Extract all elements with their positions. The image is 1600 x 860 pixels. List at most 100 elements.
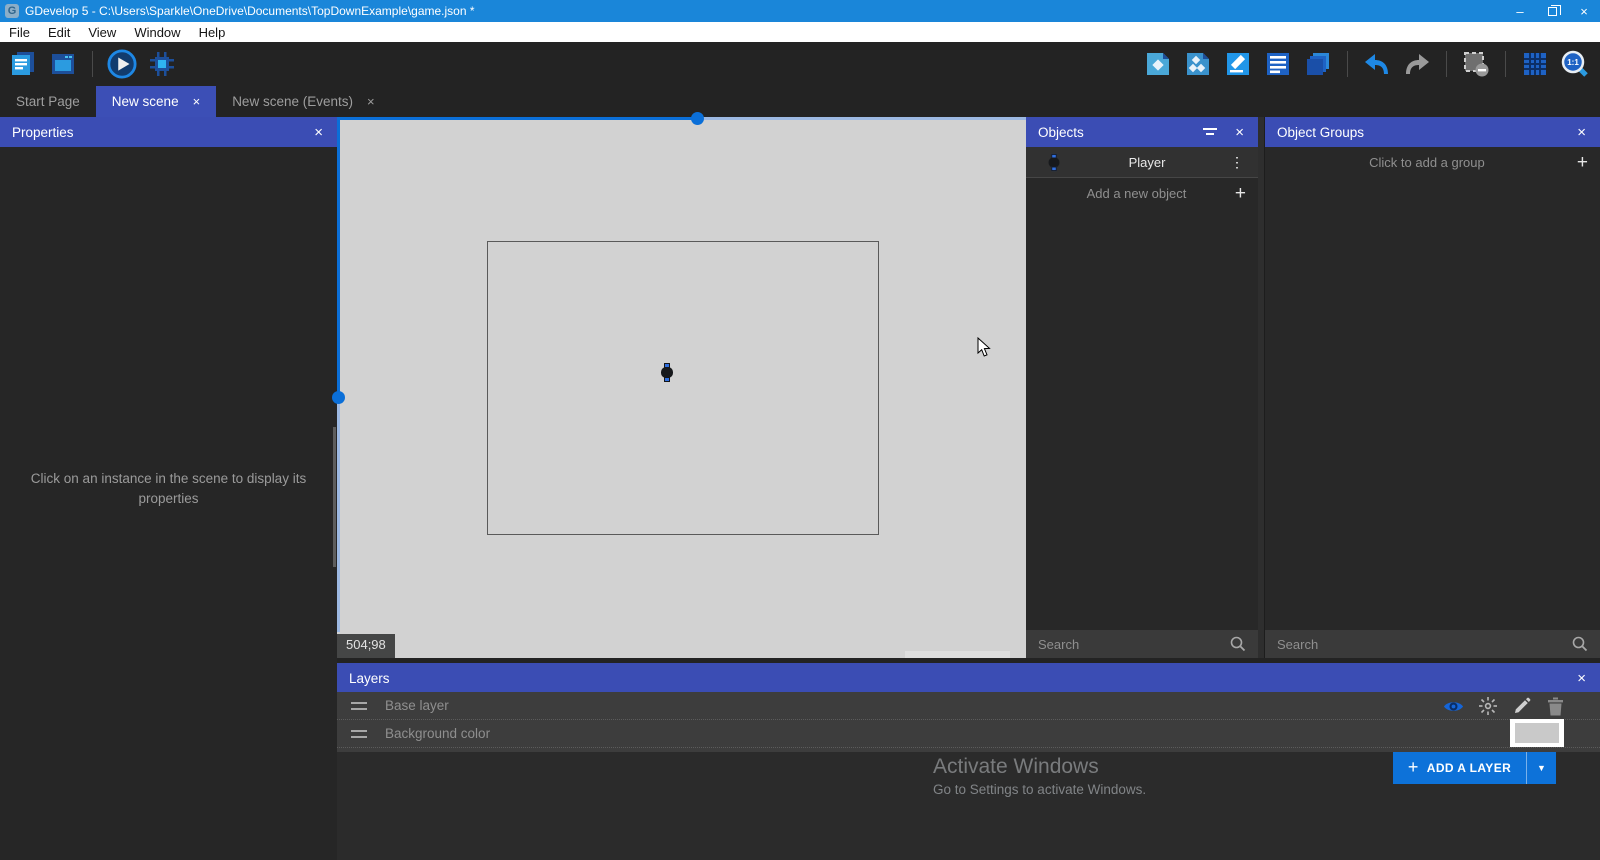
search-icon — [1230, 636, 1246, 652]
close-button[interactable]: × — [1568, 0, 1600, 22]
gdevelop-window: G GDevelop 5 - C:\Users\Sparkle\OneDrive… — [0, 0, 1600, 860]
objects-panel: Objects × Player ⋮ Add a new object + — [1026, 117, 1258, 658]
canvas-hscrollbar-track — [337, 117, 697, 120]
close-icon[interactable]: × — [1233, 124, 1246, 141]
player-thumbnail-icon — [1049, 153, 1060, 170]
mouse-cursor-icon — [977, 337, 993, 364]
window-title: GDevelop 5 - C:\Users\Sparkle\OneDrive\D… — [25, 4, 1504, 18]
add-group-label: Click to add a group — [1277, 155, 1577, 170]
project-manager-icon[interactable] — [8, 49, 38, 79]
canvas-hscrollbar-handle[interactable] — [691, 112, 704, 125]
play-icon[interactable] — [107, 49, 137, 79]
groups-search-input[interactable] — [1277, 637, 1572, 652]
properties-scrollbar[interactable] — [333, 427, 336, 567]
drag-handle-icon[interactable] — [351, 730, 367, 738]
toolbar-separator — [1347, 51, 1348, 77]
filter-icon[interactable] — [1203, 125, 1217, 140]
close-icon[interactable]: × — [1575, 670, 1588, 687]
object-groups-panel-title: Object Groups — [1277, 125, 1575, 140]
add-a-layer-label: ADD A LAYER — [1427, 761, 1511, 775]
panel-divider[interactable] — [1258, 117, 1265, 658]
canvas-hscrollbar-track — [697, 117, 1026, 120]
menu-file[interactable]: File — [0, 22, 39, 42]
menu-view[interactable]: View — [79, 22, 125, 42]
canvas-vscrollbar-track — [337, 397, 340, 632]
layer-row-background-color[interactable]: Background color — [337, 720, 1600, 748]
cursor-coordinates-badge: 504;98 — [337, 634, 395, 658]
layers-panel: Layers × Base layer — [337, 663, 1600, 860]
add-group-button[interactable]: Click to add a group + — [1265, 147, 1600, 178]
tabbar: Start Page New scene× New scene (Events)… — [0, 86, 1600, 117]
properties-panel: Properties × Click on an instance in the… — [0, 117, 337, 860]
chevron-down-icon[interactable]: ▼ — [1526, 752, 1556, 784]
gdevelop-logo-icon: G — [5, 4, 19, 18]
add-new-object-label: Add a new object — [1038, 186, 1235, 201]
start-page-icon[interactable] — [48, 49, 78, 79]
canvas-vscrollbar-track — [337, 117, 340, 397]
layer-name: Background color — [385, 726, 490, 741]
add-a-layer-button[interactable]: + ADD A LAYER ▼ — [1393, 752, 1556, 784]
objects-panel-title: Objects — [1038, 125, 1203, 140]
close-icon[interactable]: × — [1575, 124, 1588, 141]
canvas-bottom-scrollbar[interactable] — [905, 651, 1010, 658]
player-instance[interactable] — [661, 363, 673, 382]
add-new-object-button[interactable]: Add a new object + — [1026, 178, 1258, 209]
redo-icon[interactable] — [1402, 49, 1432, 79]
layer-name: Base layer — [385, 698, 449, 713]
object-menu-dots-icon[interactable]: ⋮ — [1226, 154, 1248, 171]
deselect-icon[interactable] — [1461, 49, 1491, 79]
add-object-icon[interactable] — [1143, 49, 1173, 79]
search-icon — [1572, 636, 1588, 652]
layers-panel-title: Layers — [349, 671, 1575, 686]
layer-row-base[interactable]: Base layer — [337, 692, 1600, 720]
properties-list-icon[interactable] — [1263, 49, 1293, 79]
canvas-vscrollbar-handle[interactable] — [332, 391, 345, 404]
object-row-player[interactable]: Player ⋮ — [1026, 147, 1258, 178]
groups-search-bar — [1265, 630, 1600, 658]
main-area: Properties × Click on an instance in the… — [0, 117, 1600, 860]
svg-text:1:1: 1:1 — [1567, 58, 1579, 67]
tab-start-page[interactable]: Start Page — [0, 86, 96, 117]
objects-search-input[interactable] — [1038, 637, 1230, 652]
object-groups-panel: Object Groups × Click to add a group + — [1265, 117, 1600, 658]
delete-trash-icon[interactable] — [1545, 696, 1566, 717]
tab-new-scene-events[interactable]: New scene (Events) × — [216, 86, 390, 117]
properties-panel-title: Properties — [12, 125, 312, 140]
undo-icon[interactable] — [1362, 49, 1392, 79]
visibility-eye-icon[interactable] — [1443, 696, 1464, 717]
toolbar-separator — [1446, 51, 1447, 77]
edit-scene-icon[interactable] — [1223, 49, 1253, 79]
debug-icon[interactable] — [147, 49, 177, 79]
layers-icon[interactable] — [1303, 49, 1333, 79]
edit-pencil-icon[interactable] — [1511, 696, 1532, 717]
background-color-swatch[interactable] — [1510, 719, 1564, 747]
menu-help[interactable]: Help — [190, 22, 235, 42]
tab-new-scene[interactable]: New scene× — [96, 86, 216, 117]
tab-label: Start Page — [16, 94, 80, 109]
close-icon[interactable]: × — [312, 124, 325, 141]
menu-window[interactable]: Window — [125, 22, 189, 42]
toolbar: 1:1 — [0, 42, 1600, 86]
plus-icon: + — [1408, 757, 1419, 778]
tab-close-icon[interactable]: × — [367, 94, 375, 109]
tab-label: New scene (Events) — [232, 94, 353, 109]
plus-icon: + — [1235, 183, 1246, 205]
object-name: Player — [1068, 155, 1226, 170]
objects-search-bar — [1026, 630, 1258, 658]
menu-edit[interactable]: Edit — [39, 22, 79, 42]
zoom-1-1-icon[interactable]: 1:1 — [1560, 49, 1590, 79]
properties-empty-message: Click on an instance in the scene to dis… — [0, 469, 337, 509]
menubar: File Edit View Window Help — [0, 22, 1600, 42]
object-groups-icon[interactable] — [1183, 49, 1213, 79]
minimize-button[interactable]: – — [1504, 0, 1536, 22]
effects-icon[interactable] — [1477, 696, 1498, 717]
grid-icon[interactable] — [1520, 49, 1550, 79]
tab-close-icon[interactable]: × — [193, 94, 201, 109]
game-window-bounds — [487, 241, 879, 535]
color-swatch-fill — [1515, 723, 1559, 743]
plus-icon: + — [1577, 152, 1588, 174]
drag-handle-icon[interactable] — [351, 702, 367, 710]
restore-button[interactable] — [1536, 0, 1568, 22]
titlebar: G GDevelop 5 - C:\Users\Sparkle\OneDrive… — [0, 0, 1600, 22]
scene-canvas[interactable]: 504;98 — [337, 117, 1026, 658]
